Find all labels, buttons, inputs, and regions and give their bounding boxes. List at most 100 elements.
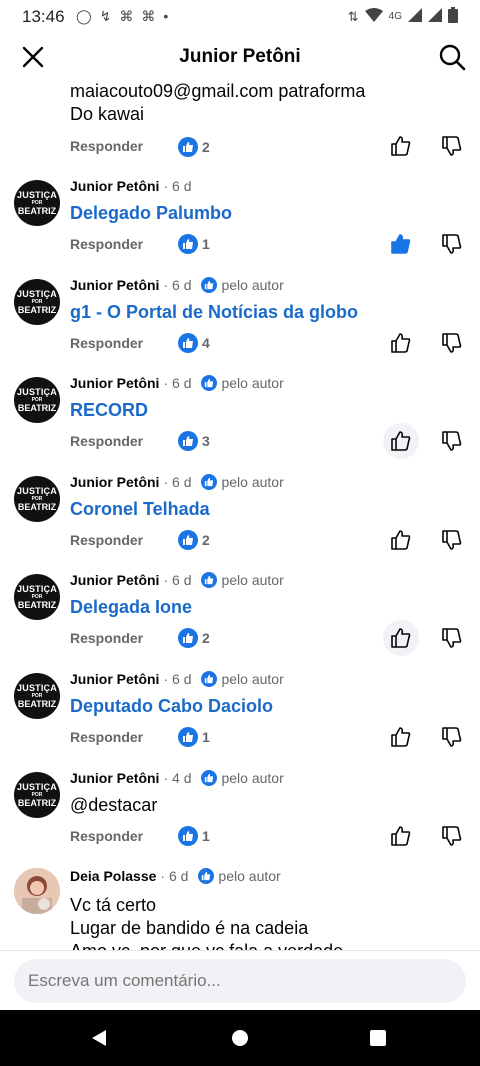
thumbs-up-icon: [391, 234, 411, 254]
thumbs-up-icon: [391, 826, 411, 846]
comment-author[interactable]: Junior Petôni: [70, 277, 159, 293]
comment-author[interactable]: Deia Polasse: [70, 868, 156, 884]
author-like-icon: [201, 277, 218, 293]
like-button[interactable]: [383, 423, 419, 459]
like-button[interactable]: [383, 522, 419, 558]
reply-button[interactable]: Responder: [70, 630, 143, 646]
network-type-label: 4G: [388, 11, 402, 22]
thumbs-down-icon: [442, 727, 462, 747]
comment-link[interactable]: Delegada Ione: [70, 596, 192, 619]
thumbs-down-icon: [442, 136, 462, 156]
reply-button[interactable]: Responder: [70, 138, 143, 154]
like-reaction-icon: [178, 234, 198, 254]
like-reaction-icon: [178, 530, 198, 550]
comment-author[interactable]: Junior Petôni: [70, 671, 159, 687]
avatar[interactable]: JUSTIÇA POR BEATRIZ: [14, 279, 60, 325]
comment-link[interactable]: RECORD: [70, 399, 148, 422]
app-notification-icon: ⌘: [141, 8, 156, 24]
back-icon: [92, 1030, 106, 1046]
thumbs-up-icon: [391, 136, 411, 156]
comment-time: · 6 d: [163, 375, 192, 391]
comment-time: · 6 d: [163, 474, 192, 490]
author-badge: pelo autor: [201, 277, 284, 293]
thumbs-down-icon: [442, 431, 462, 451]
dislike-button[interactable]: [434, 128, 470, 164]
home-icon: [232, 1030, 248, 1046]
status-bar: 13:46 ◯ ↯ ⌘ ⌘ • ⇅ 4G: [0, 0, 480, 34]
like-button[interactable]: [383, 620, 419, 656]
reply-button[interactable]: Responder: [70, 828, 143, 844]
status-system-icons: ⇅ 4G: [348, 7, 458, 26]
comment-link[interactable]: Coronel Telhada: [70, 498, 210, 521]
comment-author[interactable]: Junior Petôni: [70, 572, 159, 588]
wifi-icon: [364, 8, 383, 25]
comments-feed[interactable]: maiacouto09@gmail.com patraforma Do kawa…: [0, 80, 480, 950]
like-count: 1: [178, 727, 210, 747]
author-like-icon: [201, 770, 218, 786]
home-nav-button[interactable]: [212, 1010, 268, 1066]
back-nav-button[interactable]: [72, 1010, 128, 1066]
comment-author[interactable]: Junior Petôni: [70, 770, 159, 786]
author-badge: pelo autor: [201, 671, 284, 687]
dislike-button[interactable]: [434, 226, 470, 262]
search-icon[interactable]: [438, 43, 466, 71]
thumbs-down-icon: [442, 234, 462, 254]
signal-icon: [408, 8, 422, 25]
like-button[interactable]: [383, 818, 419, 854]
avatar[interactable]: JUSTIÇA POR BEATRIZ: [14, 673, 60, 719]
avatar[interactable]: JUSTIÇA POR BEATRIZ: [14, 476, 60, 522]
comment-link[interactable]: Delegado Palumbo: [70, 202, 232, 225]
author-badge: pelo autor: [201, 770, 284, 786]
comment-link[interactable]: g1 - O Portal de Notícias da globo: [70, 301, 358, 324]
comment-input[interactable]: [14, 959, 466, 1003]
dislike-button[interactable]: [434, 423, 470, 459]
comment-author[interactable]: Junior Petôni: [70, 474, 159, 490]
like-reaction-icon: [178, 431, 198, 451]
like-button[interactable]: [383, 226, 419, 262]
reply-button[interactable]: Responder: [70, 433, 143, 449]
comment-meta: Junior Petôni · 6 d pelo autor: [70, 277, 284, 293]
comment-text-line: maiacouto09@gmail.com patraforma: [70, 81, 366, 101]
avatar[interactable]: JUSTIÇA POR BEATRIZ: [14, 772, 60, 818]
like-reaction-icon: [178, 628, 198, 648]
author-like-icon: [198, 868, 215, 884]
avatar[interactable]: JUSTIÇA POR BEATRIZ: [14, 574, 60, 620]
like-count: 1: [178, 826, 210, 846]
like-button[interactable]: [383, 128, 419, 164]
status-notification-icons: ◯ ↯ ⌘ ⌘ •: [76, 8, 168, 25]
more-notifications-dot-icon: •: [163, 8, 169, 24]
like-button[interactable]: [383, 325, 419, 361]
author-like-icon: [201, 671, 218, 687]
comment-meta: Deia Polasse · 6 d pelo autor: [70, 868, 281, 884]
recents-nav-button[interactable]: [350, 1010, 406, 1066]
thumbs-down-icon: [442, 530, 462, 550]
like-count: 2: [178, 628, 210, 648]
like-count: 2: [178, 530, 210, 550]
like-button[interactable]: [383, 719, 419, 755]
dislike-button[interactable]: [434, 325, 470, 361]
thumbs-up-icon: [391, 431, 411, 451]
dislike-button[interactable]: [434, 522, 470, 558]
avatar[interactable]: JUSTIÇA POR BEATRIZ: [14, 377, 60, 423]
author-like-icon: [201, 572, 218, 588]
status-time: 13:46: [22, 7, 65, 26]
reply-button[interactable]: Responder: [70, 335, 143, 351]
avatar[interactable]: JUSTIÇA POR BEATRIZ: [14, 180, 60, 226]
reply-button[interactable]: Responder: [70, 729, 143, 745]
comment-link[interactable]: Deputado Cabo Daciolo: [70, 695, 273, 718]
author-badge: pelo autor: [201, 375, 284, 391]
dislike-button[interactable]: [434, 620, 470, 656]
dislike-button[interactable]: [434, 818, 470, 854]
comment-author[interactable]: Junior Petôni: [70, 375, 159, 391]
comment-author[interactable]: Junior Petôni: [70, 178, 159, 194]
avatar[interactable]: [14, 868, 60, 914]
comment-text-line: Vc tá certo: [70, 895, 157, 915]
like-reaction-icon: [178, 727, 198, 747]
reply-button[interactable]: Responder: [70, 236, 143, 252]
like-count: 2: [178, 137, 210, 157]
reply-button[interactable]: Responder: [70, 532, 143, 548]
like-reaction-icon: [178, 333, 198, 353]
dislike-button[interactable]: [434, 719, 470, 755]
comment-text: Vc tá certo Lugar de bandido é na cadeia…: [70, 894, 343, 950]
comment-time: · 6 d: [163, 572, 192, 588]
